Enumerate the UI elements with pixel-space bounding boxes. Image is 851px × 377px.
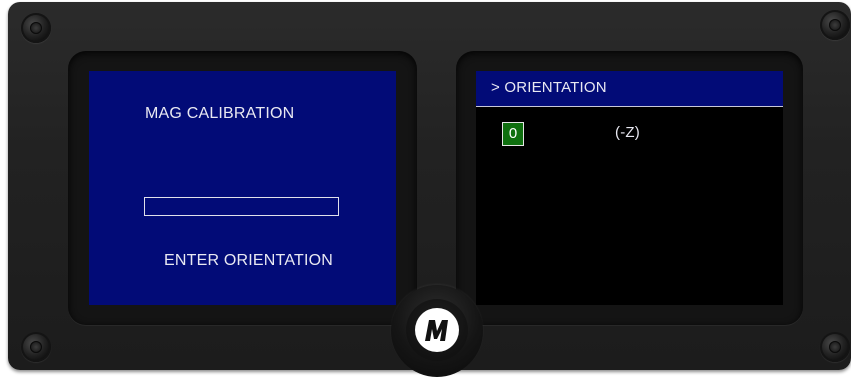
screw-top-right [820, 10, 850, 40]
instruction-text: ENTER ORIENTATION [164, 252, 334, 269]
m-logo-icon [415, 308, 459, 352]
calibration-progress-bar [144, 197, 339, 216]
header-title: > ORIENTATION [491, 79, 607, 96]
screw-top-left [21, 13, 51, 43]
calibration-screen: MAG CALIBRATION ENTER ORIENTATION [89, 71, 396, 305]
screw-bottom-left [21, 332, 51, 362]
screw-bottom-right [820, 332, 850, 362]
orientation-header: > ORIENTATION [476, 71, 783, 107]
rotary-knob[interactable] [391, 285, 483, 377]
screen-title: MAG CALIBRATION [145, 105, 295, 122]
orientation-screen: > ORIENTATION 0 (-Z) [476, 71, 783, 305]
orientation-value-field[interactable]: 0 [502, 122, 524, 146]
axis-label: (-Z) [615, 124, 640, 141]
knob-face [406, 299, 468, 361]
